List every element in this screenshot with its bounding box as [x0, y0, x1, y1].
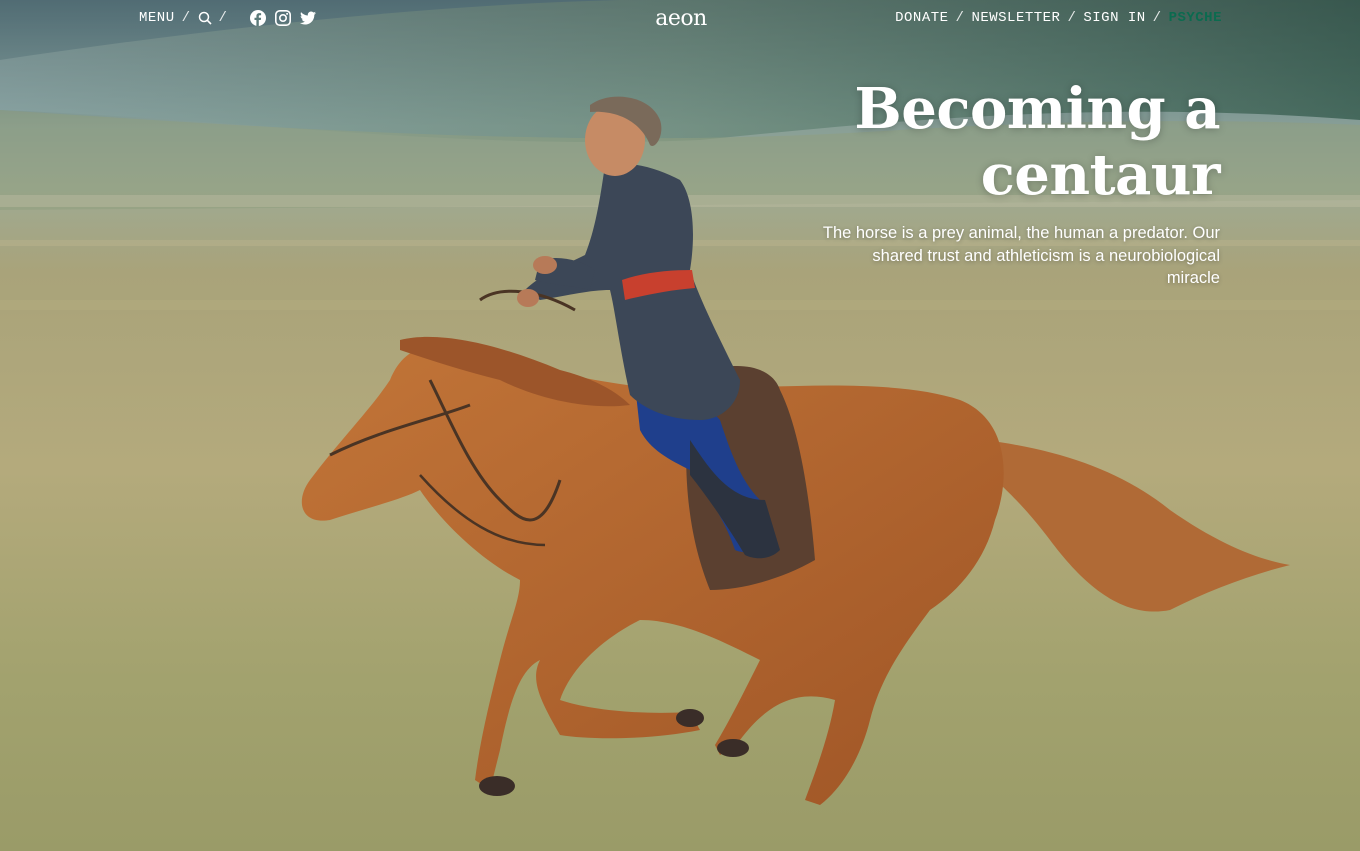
- article-standfirst: The horse is a prey animal, the human a …: [822, 224, 1220, 287]
- nav-separator: /: [955, 10, 965, 26]
- search-icon[interactable]: [198, 11, 212, 25]
- nav-separator: /: [218, 10, 228, 26]
- nav-separator: /: [1152, 10, 1162, 26]
- social-links: [250, 10, 325, 26]
- psyche-link[interactable]: PSYCHE: [1169, 10, 1222, 26]
- nav-separator: /: [181, 10, 191, 26]
- site-header: MENU / / aeon DONATE / NEWSLETTER / SIGN…: [0, 0, 1360, 40]
- newsletter-link[interactable]: NEWSLETTER: [971, 10, 1060, 26]
- article-title: Becoming a centaur: [854, 76, 1220, 208]
- sign-in-link[interactable]: SIGN IN: [1083, 10, 1145, 26]
- twitter-icon[interactable]: [300, 11, 317, 25]
- header-left-nav: MENU / /: [139, 10, 325, 26]
- nav-separator: /: [1067, 10, 1077, 26]
- facebook-icon[interactable]: [250, 10, 267, 26]
- donate-link[interactable]: DONATE: [895, 10, 948, 26]
- instagram-icon[interactable]: [275, 10, 292, 26]
- header-right-nav: DONATE / NEWSLETTER / SIGN IN / PSYCHE: [895, 10, 1222, 26]
- article-header: Becoming a centaur The horse is a prey a…: [600, 76, 1221, 290]
- aeon-logo[interactable]: aeon: [651, 6, 711, 31]
- menu-button[interactable]: MENU: [139, 10, 175, 26]
